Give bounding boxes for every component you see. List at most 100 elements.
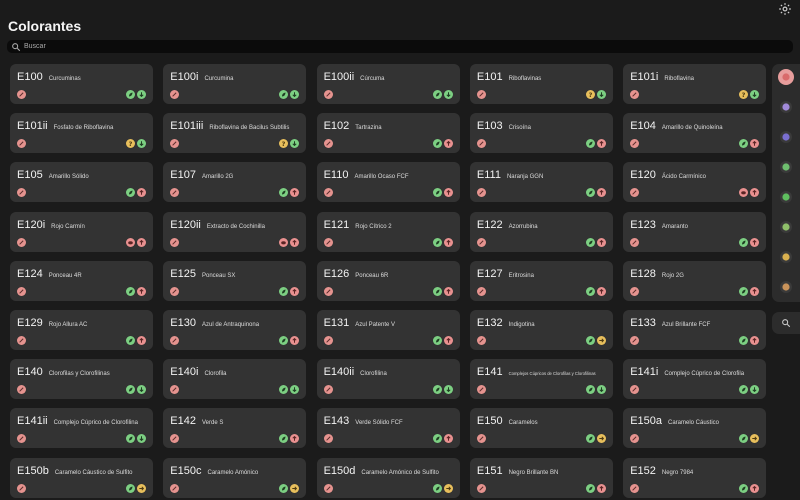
no-allergen-icon [323,286,333,296]
status-badges [585,286,606,296]
no-allergen-icon [170,237,180,247]
additive-card[interactable]: E150d Caramelo Amónico de Sulfito [316,457,460,498]
additive-card[interactable]: E150b Caramelo Cáustico de Sulfito [10,457,153,498]
nonveg-icon [126,237,135,247]
additive-card[interactable]: E101iii Riboflavina de Bacilus Subtilis? [163,113,307,154]
additive-code: E107 Amarillo 2G [170,169,233,181]
additive-card[interactable]: E100 Curcuminas [10,64,153,104]
additive-card[interactable]: E133 Azul Brillante FCF [623,309,767,350]
vegan-icon [585,188,595,198]
no-allergen-icon [323,139,333,149]
no-allergen-icon [323,237,333,247]
additive-card[interactable]: E132 Indigotina [469,309,613,350]
additive-card[interactable]: E141i Complejo Cúprico de Clorofila [623,359,767,400]
additive-card[interactable]: E105 Amarillo Sólido [10,162,153,203]
antioxidants-icon[interactable] [778,129,794,145]
additive-card[interactable]: E140 Clorofilas y Clorofilinas [10,359,153,400]
up-icon [137,237,146,247]
additive-name: Ponceau 6R [355,272,389,279]
additive-card[interactable]: E120ii Extracto de Cochinilla [163,211,307,252]
additive-card[interactable]: E110 Amarillo Ocaso FCF [316,162,460,203]
additive-code-text: E131 [323,316,350,329]
additive-card[interactable]: E111 Naranja GGN [469,162,613,203]
additive-card[interactable]: E130 Azul de Antraquinona [163,309,307,350]
additive-card[interactable]: E104 Amarillo de Quinoleína [623,113,767,154]
additive-name: Clorofilina [360,371,387,378]
no-allergen-icon [476,434,486,444]
thickeners-icon[interactable] [778,159,794,175]
additive-card[interactable]: E126 Ponceau 6R [316,260,460,301]
additive-card[interactable]: E124 Ponceau 4R [10,260,153,301]
additive-code: E152 Negro 7984 [630,465,693,477]
additive-card[interactable]: E100i Curcumina [163,64,307,104]
status-badges [279,286,300,296]
additive-card[interactable]: E121 Rojo Cítrico 2 [316,211,460,252]
warning-icon[interactable] [778,249,794,265]
additive-code: E133 Azul Brillante FCF [630,317,710,329]
down-icon [596,385,606,395]
additive-code: E143 Verde Sólido FCF [324,415,403,427]
additive-card[interactable]: E150a Caramelo Cáustico [623,408,767,449]
search-field[interactable]: Buscar [7,40,793,53]
additive-card[interactable]: E150c Caramelo Amónico [163,457,307,498]
additive-card[interactable]: E120 Ácido Carmínico [623,162,767,203]
additive-card[interactable]: E128 Rojo 2G [623,260,767,301]
up-icon [137,286,146,296]
additive-card[interactable]: E129 Rojo Allura AC [10,309,153,350]
additive-name: Caramelo Cáustico [668,420,720,427]
additive-card[interactable]: E102 Tartrazina [316,113,460,154]
preservatives-icon[interactable] [778,99,794,115]
additive-code-text: E141ii [17,415,48,428]
additive-card[interactable]: E141 Complejos Cúpricos de Clorofilas y C… [469,359,613,400]
additive-card[interactable]: E151 Negro Brillante BN [469,457,613,498]
additive-code-text: E123 [630,218,656,231]
additive-card[interactable]: E101 Riboflavinas? [469,64,613,104]
additive-code-text: E101 [476,71,503,83]
additive-card[interactable]: E125 Ponceau SX [163,260,307,301]
vegan-icon [585,286,595,296]
additive-card[interactable]: E141ii Complejo Cúprico de Clorofilina [10,408,153,449]
status-badges [585,188,606,198]
vegan-icon [739,483,749,493]
additive-code-text: E151 [476,464,503,477]
additive-card[interactable]: E101ii Fosfato de Riboflavina? [10,113,153,154]
additive-card[interactable]: E140i Clorofila [163,359,307,400]
right-icon [596,335,606,345]
right-icon [443,483,453,493]
additive-code-text: E130 [170,316,196,329]
misc-icon[interactable] [778,279,794,295]
vegan-icon [432,286,442,296]
no-allergen-icon [323,90,333,99]
additive-card[interactable]: E122 Azorrubina [469,211,613,252]
additive-name: Rojo Cítrico 2 [355,223,392,230]
up-icon [596,237,606,247]
additive-name: Tartrazina [355,125,382,132]
no-allergen-icon [630,434,640,444]
additive-card[interactable]: E120i Rojo Carmín [10,211,153,252]
down-icon [750,90,760,99]
additive-card[interactable]: E123 Amaranto [623,211,767,252]
no-allergen-icon [170,434,180,444]
acidity-regulators-icon[interactable] [778,219,794,235]
emulsifiers-icon[interactable] [778,189,794,205]
additive-card[interactable]: E101i Riboflavina? [623,64,767,104]
additive-card[interactable]: E143 Verde Sólido FCF [316,408,460,449]
additive-card[interactable]: E107 Amarillo 2G [163,162,307,203]
colorants-icon[interactable] [778,69,794,85]
additive-card[interactable]: E131 Azul Patente V [316,309,460,350]
status-badges [585,237,606,247]
status-badges [126,90,146,99]
additive-card[interactable]: E142 Verde S [163,408,307,449]
sidebar-search-button[interactable] [772,312,800,334]
additive-card[interactable]: E103 Crisoína [469,113,613,154]
right-icon [596,434,606,444]
settings-gear-icon[interactable] [778,2,792,16]
additive-card[interactable]: E150 Caramelos [469,408,613,449]
additive-card[interactable]: E152 Negro 7984 [623,457,767,498]
additive-card[interactable]: E127 Eritrosina [469,260,613,301]
vegan-icon [432,237,442,247]
vegan-icon [432,139,442,149]
additive-code: E150a Caramelo Cáustico [630,415,719,427]
additive-card[interactable]: E100ii Cúrcuma [316,64,460,104]
additive-card[interactable]: E140ii Clorofilina [316,359,460,400]
